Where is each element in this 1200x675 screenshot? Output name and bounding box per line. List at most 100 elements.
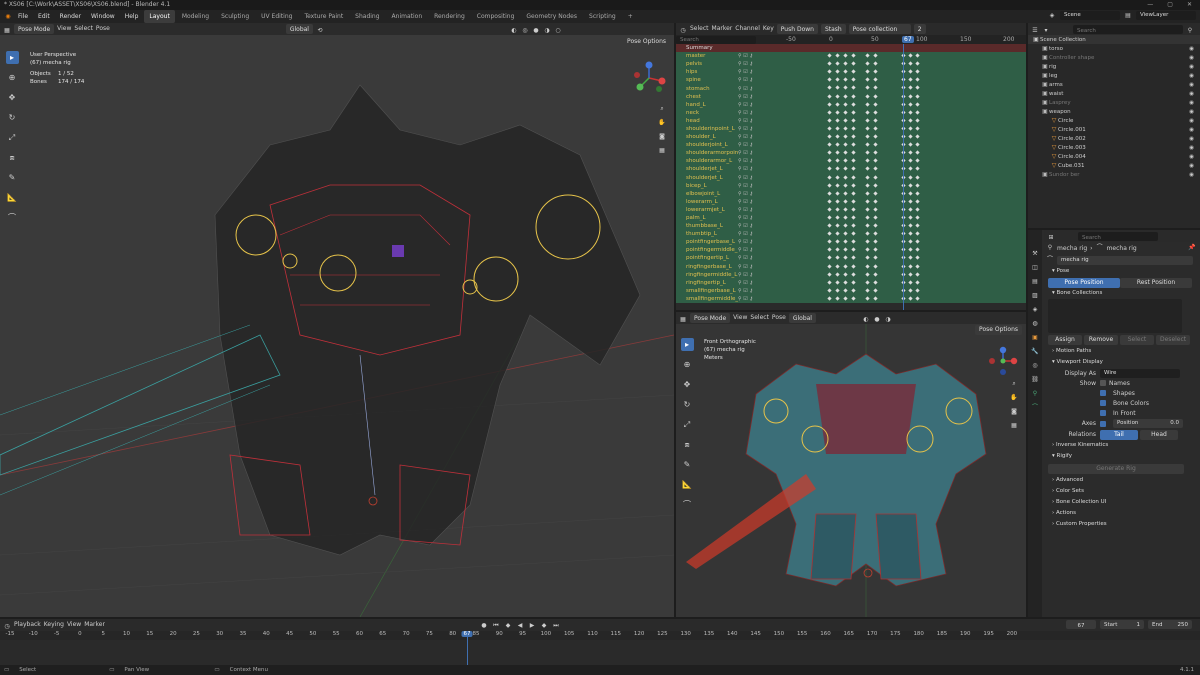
keyframe-diamond[interactable]: [908, 150, 913, 155]
outliner-item[interactable]: ▣ waist ◉: [1028, 89, 1200, 98]
push-down-button[interactable]: Push Down: [776, 24, 818, 34]
keyframe-diamond[interactable]: [827, 166, 832, 172]
keyframe-diamond[interactable]: [865, 166, 870, 172]
keyframe-diamond[interactable]: [827, 255, 832, 261]
keyframe-diamond[interactable]: [908, 174, 913, 180]
keyframe-diamond[interactable]: [915, 215, 920, 220]
keyframe-diamond[interactable]: [865, 231, 870, 236]
keyframe-diamond[interactable]: [865, 85, 870, 91]
keyframe-diamond[interactable]: [835, 69, 840, 74]
pose-panel-header[interactable]: ▾ Pose: [1044, 266, 1200, 277]
keyframe-diamond[interactable]: [835, 272, 840, 277]
tab-shading[interactable]: Shading: [350, 10, 384, 23]
current-frame-field[interactable]: 67: [1066, 620, 1096, 629]
keyframe-diamond[interactable]: [835, 77, 840, 82]
keyframe-diamond[interactable]: [835, 215, 840, 220]
keyframe-diamond[interactable]: [843, 142, 848, 147]
keyframe-diamond[interactable]: [851, 69, 856, 74]
visibility-eye-icon[interactable]: ◉: [1189, 73, 1194, 79]
outliner-item[interactable]: ▽ Circle.002 ◉: [1028, 134, 1200, 143]
outliner-search[interactable]: Search: [1073, 24, 1183, 34]
display-as-selector[interactable]: Wire: [1100, 368, 1180, 378]
keyframe-diamond[interactable]: [835, 158, 840, 163]
keyframe-diamond[interactable]: [865, 199, 870, 204]
shading-material-icon[interactable]: ◑: [884, 314, 892, 323]
channel-toggle-icons[interactable]: ⚲ ☑ ⚷: [738, 288, 768, 294]
channel-toggle-icons[interactable]: ⚲ ☑ ⚷: [738, 86, 768, 92]
keyframe-diamond[interactable]: [827, 280, 832, 285]
keyframe-diamond[interactable]: [851, 142, 856, 147]
visibility-eye-icon[interactable]: ◉: [1189, 163, 1194, 169]
visibility-eye-icon[interactable]: ◉: [1189, 82, 1194, 88]
menu-keying[interactable]: Keying: [44, 619, 64, 631]
keyframe-diamond[interactable]: [908, 199, 913, 204]
keyframe-diamond[interactable]: [865, 263, 870, 269]
filter-display-icon[interactable]: ▾: [1042, 25, 1050, 34]
menu-render[interactable]: Render: [56, 10, 85, 23]
menu-view[interactable]: View: [733, 312, 747, 324]
ortho-grid-icon[interactable]: ▦: [658, 147, 666, 155]
channel-row[interactable]: ringfingertip_L ⚲ ☑ ⚷: [676, 278, 1026, 287]
pan-hand-icon[interactable]: ✋: [1010, 394, 1018, 402]
channel-toggle-icons[interactable]: ⚲ ☑ ⚷: [738, 239, 768, 245]
keyframe-diamond[interactable]: [873, 239, 878, 244]
keyframe-diamond[interactable]: [873, 126, 878, 131]
rotate-tool-icon[interactable]: ↻: [681, 398, 694, 411]
viewport-display-header[interactable]: ▾ Viewport Display: [1044, 357, 1200, 368]
keyframe-diamond[interactable]: [873, 69, 878, 74]
keyframe-diamond[interactable]: [827, 69, 832, 74]
navigation-gizmo[interactable]: [632, 61, 666, 97]
keyframe-diamond[interactable]: [827, 215, 832, 220]
outliner-item[interactable]: ▣ Lasprey ◉: [1028, 98, 1200, 107]
bone-tab-icon[interactable]: ⌒: [1031, 404, 1039, 412]
cursor-tool-icon[interactable]: ⊕: [681, 358, 694, 371]
dopesheet-ruler[interactable]: Search -50 0 50 67 100 150 200: [676, 35, 1026, 44]
keyframe-diamond[interactable]: [843, 247, 848, 252]
channel-toggle-icons[interactable]: ⚲ ☑ ⚷: [738, 166, 768, 172]
keyframe-diamond[interactable]: [851, 191, 856, 196]
outliner-item[interactable]: ▽ Circle ◉: [1028, 116, 1200, 125]
keyframe-diamond[interactable]: [843, 174, 848, 180]
keyframe-diamond[interactable]: [915, 158, 920, 163]
record-icon[interactable]: ●: [480, 620, 488, 629]
keyframe-diamond[interactable]: [827, 53, 832, 58]
keyframe-diamond[interactable]: [851, 199, 856, 204]
remove-button[interactable]: Remove: [1084, 334, 1118, 345]
axes-position-field[interactable]: Position 0.0: [1113, 419, 1183, 428]
keyframe-diamond[interactable]: [873, 53, 878, 58]
relations-head-button[interactable]: Head: [1140, 429, 1178, 440]
bone-colors-checkbox[interactable]: Bone Colors: [1044, 398, 1200, 408]
move-tool-icon[interactable]: ✥: [681, 378, 694, 391]
keyframe-diamond[interactable]: [865, 296, 870, 301]
keyframe-diamond[interactable]: [843, 231, 848, 236]
channel-toggle-icons[interactable]: ⚲ ☑ ⚷: [738, 280, 768, 286]
keyframe-diamond[interactable]: [865, 142, 870, 147]
rest-position-button[interactable]: Rest Position: [1120, 277, 1192, 288]
channel-row[interactable]: shoulderjet_L ⚲ ☑ ⚷: [676, 165, 1026, 174]
channel-toggle-icons[interactable]: ⚲ ☑ ⚷: [738, 134, 768, 140]
shading-render-icon[interactable]: ○: [554, 25, 562, 34]
tab-texture-paint[interactable]: Texture Paint: [299, 10, 348, 23]
menu-select[interactable]: Select: [74, 23, 93, 35]
keyframe-diamond[interactable]: [873, 142, 878, 147]
outliner-item[interactable]: ▣ rig ◉: [1028, 62, 1200, 71]
tab-compositing[interactable]: Compositing: [472, 10, 520, 23]
keyframe-diamond[interactable]: [843, 158, 848, 163]
keyframe-diamond[interactable]: [908, 126, 913, 131]
keyframe-diamond[interactable]: [915, 150, 920, 155]
keyframe-diamond[interactable]: [835, 134, 840, 139]
menu-pose[interactable]: Pose: [96, 23, 110, 35]
outliner-item[interactable]: ▽ Circle.001 ◉: [1028, 125, 1200, 134]
color-sets-subpanel[interactable]: › Color Sets: [1044, 486, 1200, 497]
keyframe-diamond[interactable]: [873, 118, 878, 123]
tab-sculpting[interactable]: Sculpting: [216, 10, 254, 23]
channel-toggle-icons[interactable]: ⚲ ☑ ⚷: [738, 94, 768, 100]
pose-tool-icon[interactable]: ⌒: [681, 498, 694, 511]
keyframe-diamond[interactable]: [835, 174, 840, 180]
keyframe-diamond[interactable]: [873, 215, 878, 220]
keyframe-diamond[interactable]: [915, 247, 920, 252]
armature-data-tab-icon[interactable]: ⚲: [1031, 390, 1039, 398]
keyframe-diamond[interactable]: [873, 61, 878, 66]
keyframe-diamond[interactable]: [915, 239, 920, 244]
keyframe-diamond[interactable]: [873, 166, 878, 172]
